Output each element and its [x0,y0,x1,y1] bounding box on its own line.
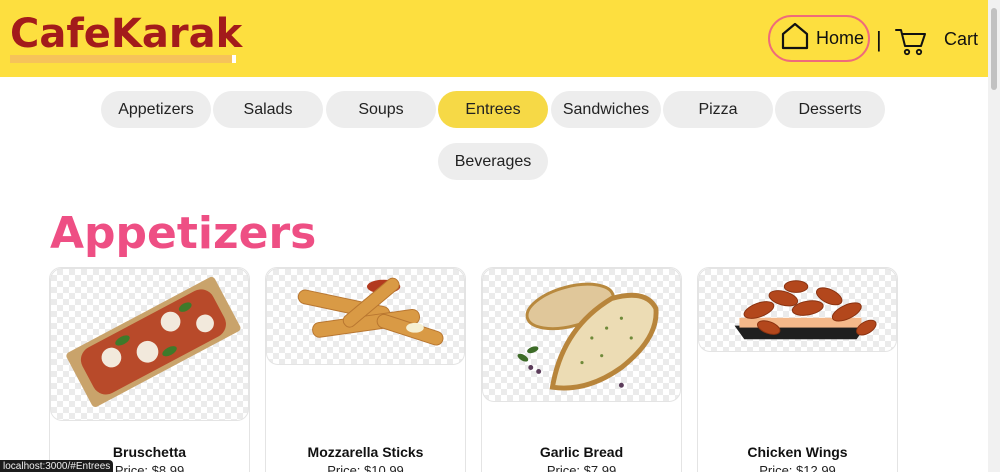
item-name: Mozzarella Sticks [307,444,424,460]
bruschetta-image [50,268,249,421]
menu-card[interactable]: Mozzarella Sticks Price: $10.99 [265,267,466,472]
category-tab-salads[interactable]: Salads [213,91,323,128]
item-name: Bruschetta [112,444,187,460]
top-header: CafeKarak Home | Cart [0,0,988,77]
home-button[interactable]: Home [768,15,870,62]
cart-link[interactable]: Cart [944,29,978,50]
nav-divider: | [876,27,882,52]
category-tab-pizza[interactable]: Pizza [663,91,773,128]
home-label: Home [816,28,865,48]
menu-card[interactable]: Garlic Bread Price: $7.99 [481,267,682,472]
category-tab-soups[interactable]: Soups [326,91,436,128]
item-name: Chicken Wings [747,444,848,460]
mozzarella-sticks-image [266,268,465,365]
category-tab-entrees[interactable]: Entrees [438,91,548,128]
brand-logo[interactable]: CafeKarak [10,12,242,64]
item-name: Garlic Bread [539,444,624,460]
item-price: Price: $12.99 [759,463,836,472]
home-icon [780,21,810,56]
page-scrollbar[interactable] [988,0,1000,472]
category-tab-appetizers[interactable]: Appetizers [101,91,211,128]
category-tab-desserts[interactable]: Desserts [775,91,885,128]
logo-underline [10,55,236,63]
item-price: Price: $10.99 [327,463,404,472]
page: CafeKarak Home | Cart Appetizers Salads … [0,0,1000,472]
menu-card[interactable]: Chicken Wings Price: $12.99 [697,267,898,472]
logo-text: CafeKarak [10,11,243,57]
scrollbar-thumb[interactable] [991,8,997,90]
menu-card[interactable]: Bruschetta Price: $8.99 [49,267,250,472]
category-tab-sandwiches[interactable]: Sandwiches [551,91,661,128]
chicken-wings-image [698,268,897,352]
garlic-bread-image [482,268,681,402]
item-price: Price: $7.99 [546,463,617,472]
cart-icon[interactable] [895,26,927,56]
section-title: Appetizers [50,208,317,259]
link-status-bar: localhost:3000/#Entrees [0,460,114,472]
category-tab-beverages[interactable]: Beverages [438,143,548,180]
